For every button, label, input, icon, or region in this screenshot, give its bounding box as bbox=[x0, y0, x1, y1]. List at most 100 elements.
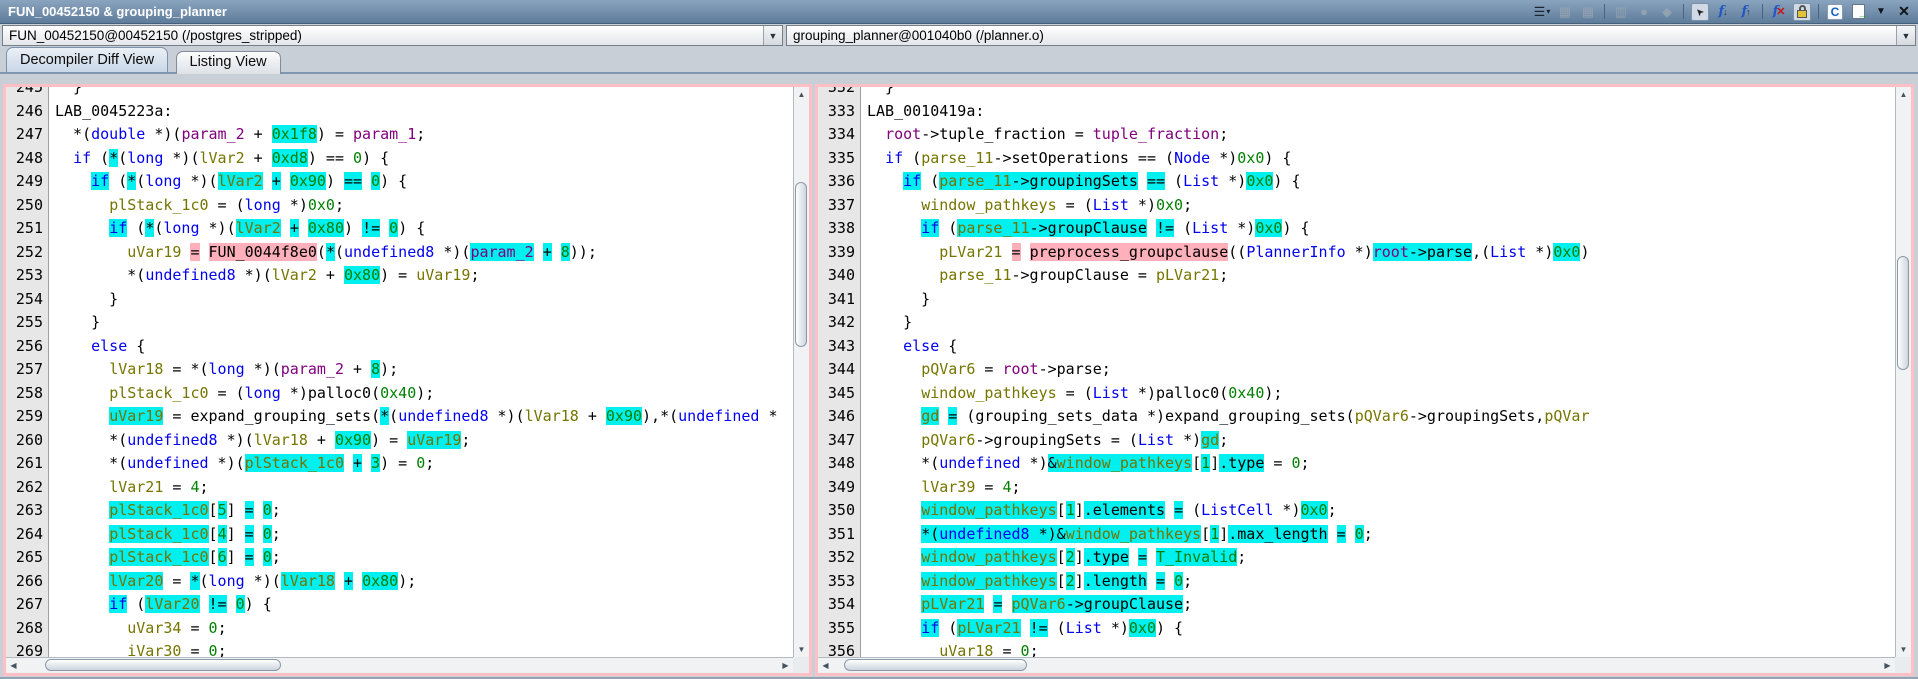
line-number: 336 bbox=[818, 170, 860, 194]
code-line[interactable]: pLVar21 = pQVar6->groupClause; bbox=[867, 593, 1895, 617]
code-line[interactable]: if (parse_11->setOperations == (Node *)0… bbox=[867, 147, 1895, 171]
line-number: 265 bbox=[6, 546, 48, 570]
code-line[interactable]: if (pLVar21 != (List *)0x0) { bbox=[867, 617, 1895, 641]
line-number: 252 bbox=[6, 241, 48, 265]
vertical-scrollbar[interactable]: ▲ ▼ bbox=[1895, 87, 1911, 657]
tab-listing-view[interactable]: Listing View bbox=[176, 51, 281, 74]
line-number: 253 bbox=[6, 264, 48, 288]
scroll-up-icon[interactable]: ▲ bbox=[1896, 87, 1911, 102]
snapshot-list-icon[interactable]: ☰ ▾ bbox=[1533, 3, 1551, 21]
scroll-left-icon[interactable]: ◀ bbox=[6, 658, 21, 673]
remove-function-icon[interactable]: f ✕ bbox=[1770, 3, 1788, 21]
toolbar-menu-icon[interactable]: ▼ bbox=[1872, 3, 1890, 21]
cursor-select-icon[interactable]: ➤ bbox=[1691, 3, 1709, 21]
code-line[interactable]: plStack_1c0 = (long *)palloc0(0x40); bbox=[55, 382, 793, 406]
code-line[interactable]: } bbox=[55, 288, 793, 312]
horizontal-scroll-thumb[interactable] bbox=[844, 659, 1027, 671]
horizontal-scrollbar[interactable]: ◀ ▶ bbox=[6, 657, 793, 673]
code-line[interactable]: *(undefined8 *)(lVar18 + 0x90) = uVar19; bbox=[55, 429, 793, 453]
close-icon[interactable]: ✕ bbox=[1895, 3, 1913, 21]
line-number: 262 bbox=[6, 476, 48, 500]
code-line[interactable]: uVar18 = 0; bbox=[867, 640, 1895, 657]
line-number: 248 bbox=[6, 147, 48, 171]
code-line[interactable]: lVar20 = *(long *)(lVar18 + 0x80); bbox=[55, 570, 793, 594]
vertical-scrollbar[interactable]: ▲ ▼ bbox=[793, 87, 809, 657]
line-number: 342 bbox=[818, 311, 860, 335]
code-line[interactable]: plStack_1c0[6] = 0; bbox=[55, 546, 793, 570]
line-number: 355 bbox=[818, 617, 860, 641]
code-line[interactable]: *(undefined8 *)(lVar2 + 0x80) = uVar19; bbox=[55, 264, 793, 288]
code-line[interactable]: *(undefined *)&window_pathkeys[1].type =… bbox=[867, 452, 1895, 476]
code-line[interactable]: uVar19 = FUN_0044f8e0(*(undefined8 *)(pa… bbox=[55, 241, 793, 265]
horizontal-scroll-thumb[interactable] bbox=[45, 659, 281, 671]
lock-scroll-icon[interactable] bbox=[1793, 3, 1811, 21]
code-line[interactable]: gd = (grouping_sets_data *)expand_groupi… bbox=[867, 405, 1895, 429]
code-line[interactable]: *(double *)(param_2 + 0x1f8) = param_1; bbox=[55, 123, 793, 147]
scroll-down-icon[interactable]: ▼ bbox=[1896, 642, 1911, 657]
code-line[interactable]: lVar21 = 4; bbox=[55, 476, 793, 500]
code-line[interactable]: window_pathkeys[2].type = T_Invalid; bbox=[867, 546, 1895, 570]
tab-decompiler-diff-view[interactable]: Decompiler Diff View bbox=[6, 47, 168, 72]
scroll-right-icon[interactable]: ▶ bbox=[1880, 658, 1895, 673]
code-line[interactable]: if (parse_11->groupingSets == (List *)0x… bbox=[867, 170, 1895, 194]
line-number: 261 bbox=[6, 452, 48, 476]
scroll-right-icon[interactable]: ▶ bbox=[778, 658, 793, 673]
code-line[interactable]: if (*(long *)(lVar2 + 0x80) != 0) { bbox=[55, 217, 793, 241]
circle-icon: ● bbox=[1635, 3, 1653, 21]
code-line[interactable]: LAB_0010419a: bbox=[867, 100, 1895, 124]
right-function-selector[interactable]: grouping_planner@001040b0 (/planner.o) ▼ bbox=[786, 25, 1916, 46]
vertical-scroll-thumb[interactable] bbox=[1897, 256, 1909, 370]
code-line[interactable]: if (*(long *)(lVar2 + 0x90) == 0) { bbox=[55, 170, 793, 194]
code-line[interactable]: pQVar6->groupingSets = (List *)gd; bbox=[867, 429, 1895, 453]
left-function-selector[interactable]: FUN_00452150@00452150 (/postgres_strippe… bbox=[2, 25, 783, 46]
left-combo-dropdown-icon[interactable]: ▼ bbox=[763, 26, 782, 45]
line-number: 348 bbox=[818, 452, 860, 476]
code-line[interactable]: plStack_1c0 = (long *)0x0; bbox=[55, 194, 793, 218]
code-line[interactable]: window_pathkeys = (List *)0x0; bbox=[867, 194, 1895, 218]
code-line[interactable]: else { bbox=[55, 335, 793, 359]
code-line[interactable]: root->tuple_fraction = tuple_fraction; bbox=[867, 123, 1895, 147]
code-line[interactable]: window_pathkeys[1].elements = (ListCell … bbox=[867, 499, 1895, 523]
code-line[interactable]: if (*(long *)(lVar2 + 0xd8) == 0) { bbox=[55, 147, 793, 171]
scroll-down-icon[interactable]: ▼ bbox=[794, 642, 809, 657]
line-number: 267 bbox=[6, 593, 48, 617]
vertical-scroll-thumb[interactable] bbox=[795, 182, 807, 347]
right-combo-dropdown-icon[interactable]: ▼ bbox=[1896, 26, 1915, 45]
scroll-up-icon[interactable]: ▲ bbox=[794, 87, 809, 102]
code-line[interactable]: plStack_1c0[4] = 0; bbox=[55, 523, 793, 547]
horizontal-scrollbar[interactable]: ◀ ▶ bbox=[818, 657, 1895, 673]
code-line[interactable]: } bbox=[55, 87, 793, 100]
down-arrow-icon: ↓ bbox=[1723, 7, 1728, 17]
code-line[interactable]: pQVar6 = root->parse; bbox=[867, 358, 1895, 382]
decompiled-code[interactable]: }LAB_0045223a: *(double *)(param_2 + 0x1… bbox=[50, 87, 793, 657]
code-line[interactable]: if (parse_11->groupClause != (List *)0x0… bbox=[867, 217, 1895, 241]
scroll-left-icon[interactable]: ◀ bbox=[818, 658, 833, 673]
code-line[interactable]: pLVar21 = preprocess_groupclause((Planne… bbox=[867, 241, 1895, 265]
line-number: 350 bbox=[818, 499, 860, 523]
code-line[interactable]: parse_11->groupClause = pLVar21; bbox=[867, 264, 1895, 288]
code-line[interactable]: uVar19 = expand_grouping_sets(*(undefine… bbox=[55, 405, 793, 429]
decompiled-code[interactable]: }LAB_0010419a: root->tuple_fraction = tu… bbox=[862, 87, 1895, 657]
code-line[interactable]: lVar39 = 4; bbox=[867, 476, 1895, 500]
code-line[interactable]: iVar30 = 0; bbox=[55, 640, 793, 657]
code-line[interactable]: window_pathkeys[2].length = 0; bbox=[867, 570, 1895, 594]
toolbar-separator bbox=[1818, 4, 1819, 19]
code-line[interactable]: if (lVar20 != 0) { bbox=[55, 593, 793, 617]
prev-function-icon[interactable]: f ↑ bbox=[1737, 3, 1755, 21]
code-line[interactable]: } bbox=[867, 288, 1895, 312]
prev-table-icon: ▦ bbox=[1556, 3, 1574, 21]
code-line[interactable]: } bbox=[55, 311, 793, 335]
code-line[interactable]: } bbox=[867, 311, 1895, 335]
next-function-icon[interactable]: f ↓ bbox=[1714, 3, 1732, 21]
c-source-icon[interactable]: C bbox=[1826, 3, 1844, 21]
code-line[interactable]: LAB_0045223a: bbox=[55, 100, 793, 124]
code-line[interactable]: uVar34 = 0; bbox=[55, 617, 793, 641]
code-line[interactable]: } bbox=[867, 87, 1895, 100]
code-line[interactable]: lVar18 = *(long *)(param_2 + 8); bbox=[55, 358, 793, 382]
code-line[interactable]: else { bbox=[867, 335, 1895, 359]
open-program-icon[interactable]: → bbox=[1849, 3, 1867, 21]
code-line[interactable]: plStack_1c0[5] = 0; bbox=[55, 499, 793, 523]
code-line[interactable]: *(undefined *)(plStack_1c0 + 3) = 0; bbox=[55, 452, 793, 476]
code-line[interactable]: *(undefined8 *)&window_pathkeys[1].max_l… bbox=[867, 523, 1895, 547]
code-line[interactable]: window_pathkeys = (List *)palloc0(0x40); bbox=[867, 382, 1895, 406]
